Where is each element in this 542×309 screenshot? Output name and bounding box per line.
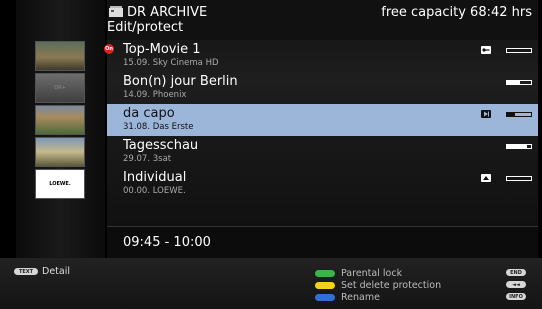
recording-row[interactable]: Tagesschau 29.07. 3sat — [107, 136, 538, 168]
yellow-key-icon[interactable] — [315, 282, 335, 289]
page-subtitle: Edit/protect — [107, 20, 184, 35]
recording-meta: 15.09. Sky Cinema HD — [123, 58, 219, 68]
footer-bar: TEXT Detail Parental lock Set delete pro… — [0, 258, 542, 309]
recording-meta: 00.00. LOEWE. — [123, 186, 186, 196]
set-delete-protection-label: Set delete protection — [341, 280, 442, 291]
thumbnail-label: DR+ — [54, 85, 66, 91]
recording-title: da capo — [123, 106, 175, 121]
thumbnail-top-movie[interactable] — [35, 41, 85, 71]
key-icon — [481, 46, 491, 54]
recording-title: Top-Movie 1 — [123, 42, 201, 57]
recording-meta: 29.07. 3sat — [123, 154, 172, 164]
blue-key-icon[interactable] — [315, 294, 335, 301]
progress-fill — [507, 81, 521, 84]
thumbnail-individual[interactable]: LOEWE. — [35, 169, 85, 199]
recording-progress-bar — [506, 144, 532, 149]
archive-icon — [109, 6, 123, 17]
recording-row[interactable]: On Top-Movie 1 15.09. Sky Cinema HD — [104, 40, 538, 72]
recording-row[interactable]: Individual 00.00. LOEWE. — [107, 168, 538, 200]
recording-row[interactable]: Bon(n) jour Berlin 14.09. Phoenix — [107, 72, 538, 104]
recording-progress-bar — [506, 176, 532, 181]
recording-title: Tagesschau — [123, 138, 199, 153]
text-key-button[interactable]: TEXT — [14, 268, 38, 275]
on-air-badge-icon: On — [104, 44, 114, 54]
thumbnail-bonjour-berlin[interactable]: DR+ — [35, 73, 85, 103]
recording-meta: 31.08. Das Erste — [123, 122, 194, 132]
progress-fill — [507, 113, 516, 116]
tv-screen: DR+ LOEWE. DR ARCHIVE Edit/protect free … — [0, 0, 542, 309]
detail-label: Detail — [42, 266, 70, 277]
recording-meta: 14.09. Phoenix — [123, 90, 187, 100]
green-key-icon[interactable] — [315, 270, 335, 277]
time-range-box: 09:45 - 10:00 — [107, 226, 538, 259]
recording-title: Individual — [123, 170, 187, 185]
progress-fill — [507, 145, 528, 148]
rewind-key-button[interactable]: ◄◄ — [506, 281, 526, 288]
recording-progress-bar — [506, 48, 532, 53]
thumbnail-label: LOEWE. — [49, 181, 71, 187]
thumbnail-tagesschau[interactable] — [35, 137, 85, 167]
play-icon — [481, 110, 491, 118]
free-capacity: free capacity 68:42 hrs — [381, 5, 532, 20]
protect-icon — [481, 174, 491, 182]
end-key-button[interactable]: END — [506, 269, 526, 276]
recording-row-selected[interactable]: da capo 31.08. Das Erste — [107, 104, 538, 136]
info-key-button[interactable]: INFO — [506, 293, 526, 300]
rename-label: Rename — [341, 292, 380, 303]
page-title: DR ARCHIVE — [127, 5, 208, 20]
recording-progress-bar — [506, 80, 532, 85]
time-range: 09:45 - 10:00 — [123, 235, 211, 250]
recording-title: Bon(n) jour Berlin — [123, 74, 238, 89]
thumbnail-column: DR+ LOEWE. — [16, 0, 105, 258]
parental-lock-label: Parental lock — [341, 268, 403, 279]
recording-progress-bar — [506, 112, 532, 117]
header: DR ARCHIVE Edit/protect free capacity 68… — [107, 0, 538, 40]
thumbnail-da-capo[interactable] — [35, 105, 85, 135]
archive-panel: DR ARCHIVE Edit/protect free capacity 68… — [104, 0, 538, 259]
